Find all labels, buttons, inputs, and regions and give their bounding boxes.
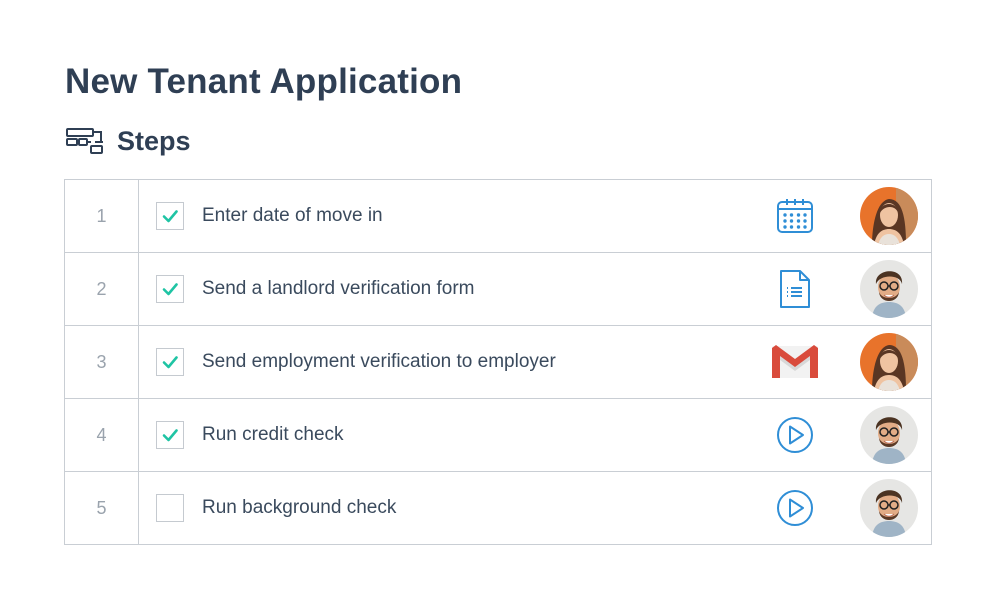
woman-avatar-image xyxy=(860,187,918,245)
calendar-icon xyxy=(777,199,813,233)
step-tool-button[interactable] xyxy=(765,259,825,319)
step-checkbox[interactable] xyxy=(156,348,184,376)
woman-avatar-image xyxy=(860,333,918,391)
man-avatar[interactable] xyxy=(860,260,918,318)
section-title: Steps xyxy=(117,125,191,156)
step-number: 1 xyxy=(65,180,139,252)
play-icon xyxy=(777,417,813,453)
step-number: 2 xyxy=(65,253,139,325)
play-icon xyxy=(777,490,813,526)
checkmark-icon xyxy=(162,356,178,369)
step-checkbox[interactable] xyxy=(156,202,184,230)
page-title: New Tenant Application xyxy=(65,62,463,101)
step-row: 2 Send a landlord verification form xyxy=(65,253,931,326)
step-checkbox[interactable] xyxy=(156,494,184,522)
checkmark-icon xyxy=(162,210,178,223)
man-avatar-image xyxy=(860,479,918,537)
man-avatar-image xyxy=(860,406,918,464)
step-row: 4 Run credit check xyxy=(65,399,931,472)
step-number: 4 xyxy=(65,399,139,471)
step-checkbox[interactable] xyxy=(156,275,184,303)
page: New Tenant Application Steps 1 Enter dat… xyxy=(0,0,1000,600)
gmail-icon xyxy=(772,345,818,378)
woman-avatar[interactable] xyxy=(860,333,918,391)
steps-section-header: Steps xyxy=(65,124,191,158)
steps-table: 1 Enter date of move in 2 Send a landlor… xyxy=(64,179,932,545)
man-avatar[interactable] xyxy=(860,479,918,537)
man-avatar[interactable] xyxy=(860,406,918,464)
step-tool-button[interactable] xyxy=(765,186,825,246)
step-tool-button[interactable] xyxy=(765,405,825,465)
step-checkbox[interactable] xyxy=(156,421,184,449)
step-number: 3 xyxy=(65,326,139,398)
workflow-icon xyxy=(66,128,103,154)
checkmark-icon xyxy=(162,283,178,296)
checkmark-icon xyxy=(162,429,178,442)
step-number: 5 xyxy=(65,472,139,544)
step-tool-button[interactable] xyxy=(765,478,825,538)
step-row: 3 Send employment verification to employ… xyxy=(65,326,931,399)
step-row: 1 Enter date of move in xyxy=(65,180,931,253)
step-row: 5 Run background check xyxy=(65,472,931,545)
document-icon xyxy=(780,270,810,308)
woman-avatar[interactable] xyxy=(860,187,918,245)
step-tool-button[interactable] xyxy=(765,332,825,392)
man-avatar-image xyxy=(860,260,918,318)
